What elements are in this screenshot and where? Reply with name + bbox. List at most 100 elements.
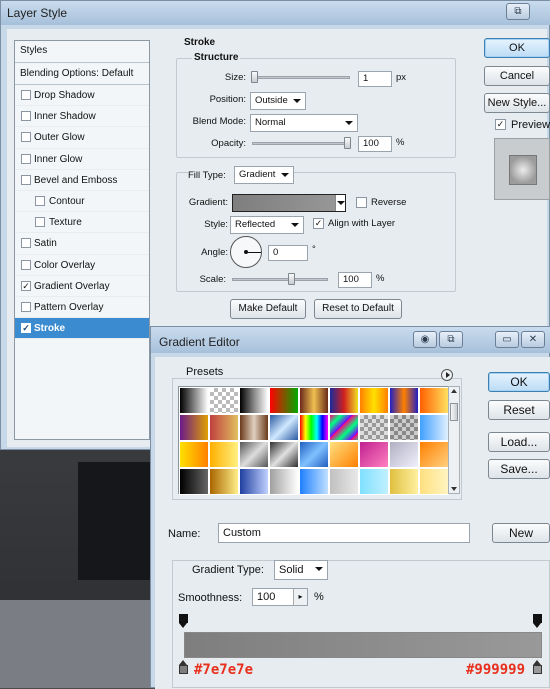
maximize-icon[interactable]: ▭	[495, 331, 519, 348]
gradient-ok-button[interactable]: OK	[488, 372, 550, 392]
gradient-swatch-picker[interactable]	[232, 194, 346, 212]
style-select[interactable]: Reflected	[230, 216, 304, 234]
position-select[interactable]: Outside	[250, 92, 306, 110]
checkbox-icon[interactable]	[21, 259, 31, 270]
style-item-inner-glow[interactable]: Inner Glow	[15, 149, 149, 170]
gradient-preset-swatch[interactable]	[359, 468, 389, 495]
styles-header[interactable]: Styles	[15, 41, 149, 63]
gradient-save-button[interactable]: Save...	[488, 459, 550, 479]
gradient-name-input[interactable]: Custom	[218, 523, 470, 543]
new-style-button[interactable]: New Style...	[484, 93, 550, 113]
style-item-texture[interactable]: Texture	[15, 212, 149, 234]
gradient-preset-swatch[interactable]	[179, 414, 209, 441]
reverse-checkbox[interactable]	[356, 197, 367, 208]
preview-checkbox[interactable]: ✓	[495, 119, 506, 130]
gradient-preset-swatch[interactable]	[329, 387, 359, 414]
style-item-satin[interactable]: Satin	[15, 233, 149, 255]
opacity-slider-thumb[interactable]	[344, 137, 351, 149]
gradient-preset-swatch[interactable]	[209, 468, 239, 495]
size-slider-track[interactable]	[252, 76, 350, 79]
opacity-stop-left[interactable]	[178, 614, 189, 628]
gradient-preset-swatch[interactable]	[209, 414, 239, 441]
angle-dial[interactable]	[230, 236, 262, 268]
style-item-bevel-emboss[interactable]: Bevel and Emboss	[15, 170, 149, 191]
gradient-dropdown[interactable]	[335, 195, 345, 211]
gradient-load-button[interactable]: Load...	[488, 432, 550, 452]
style-item-inner-shadow[interactable]: Inner Shadow	[15, 106, 149, 128]
checkbox-icon[interactable]	[21, 153, 31, 164]
restore-icon[interactable]: ⧉	[439, 331, 463, 348]
gradient-preset-swatch[interactable]	[419, 387, 449, 414]
checkbox-icon[interactable]	[21, 301, 31, 312]
gradient-preset-swatch[interactable]	[239, 441, 269, 468]
gradient-preset-swatch[interactable]	[269, 387, 299, 414]
opacity-slider-track[interactable]	[252, 142, 350, 145]
presets-scrollbar[interactable]	[448, 386, 460, 494]
style-item-blending-options[interactable]: Blending Options: Default	[15, 63, 149, 85]
gradient-type-select[interactable]: Solid	[274, 560, 328, 580]
opacity-input[interactable]: 100	[358, 136, 392, 152]
gradient-preset-swatch[interactable]	[419, 441, 449, 468]
presets-grid[interactable]	[178, 386, 449, 495]
make-default-button[interactable]: Make Default	[230, 299, 306, 319]
gradient-preset-swatch[interactable]	[269, 468, 299, 495]
restore-icon[interactable]: ⧉	[506, 3, 530, 20]
layer-style-titlebar[interactable]: Layer Style ⧉	[1, 1, 550, 25]
gradient-preset-swatch[interactable]	[419, 414, 449, 441]
gradient-preset-swatch[interactable]	[419, 468, 449, 495]
gradient-preview-bar[interactable]	[184, 632, 542, 658]
checkbox-icon[interactable]	[21, 238, 31, 249]
checkbox-checked-icon[interactable]: ✓	[21, 323, 31, 334]
size-input[interactable]: 1	[358, 71, 392, 87]
gradient-preset-swatch[interactable]	[299, 387, 329, 414]
style-item-drop-shadow[interactable]: Drop Shadow	[15, 85, 149, 107]
eye-icon[interactable]: ◉	[413, 331, 437, 348]
gradient-preset-swatch[interactable]	[329, 414, 359, 441]
gradient-preset-swatch[interactable]	[269, 414, 299, 441]
smoothness-input[interactable]: 100 ▸	[252, 588, 308, 606]
gradient-preset-swatch[interactable]	[359, 414, 389, 441]
gradient-preset-swatch[interactable]	[359, 441, 389, 468]
gradient-preset-swatch[interactable]	[329, 468, 359, 495]
scale-slider-track[interactable]	[232, 278, 328, 281]
stepper-arrow-icon[interactable]: ▸	[293, 589, 307, 605]
gradient-preset-swatch[interactable]	[179, 387, 209, 414]
style-item-outer-glow[interactable]: Outer Glow	[15, 127, 149, 149]
align-with-layer-checkbox[interactable]: ✓	[313, 218, 324, 229]
gradient-preset-swatch[interactable]	[299, 441, 329, 468]
gradient-preset-swatch[interactable]	[269, 441, 299, 468]
gradient-preset-swatch[interactable]	[389, 441, 419, 468]
checkbox-checked-icon[interactable]: ✓	[21, 280, 31, 291]
close-icon[interactable]: ✕	[521, 331, 545, 348]
gradient-preset-swatch[interactable]	[329, 441, 359, 468]
scale-input[interactable]: 100	[338, 272, 372, 288]
gradient-editor-titlebar[interactable]: Gradient Editor ◉ ⧉ ▭ ✕	[151, 327, 550, 353]
gradient-preset-swatch[interactable]	[389, 387, 419, 414]
style-item-stroke[interactable]: ✓ Stroke	[15, 318, 149, 340]
checkbox-icon[interactable]	[35, 195, 45, 206]
gradient-preset-swatch[interactable]	[239, 414, 269, 441]
checkbox-icon[interactable]	[35, 217, 45, 228]
gradient-new-button[interactable]: New	[492, 523, 550, 543]
angle-input[interactable]: 0	[268, 245, 308, 261]
opacity-stop-right[interactable]	[532, 614, 543, 628]
style-item-color-overlay[interactable]: Color Overlay	[15, 255, 149, 276]
gradient-preset-swatch[interactable]	[209, 387, 239, 414]
color-stop-left[interactable]	[178, 660, 189, 674]
checkbox-icon[interactable]	[21, 111, 31, 122]
gradient-reset-button[interactable]: Reset	[488, 400, 550, 420]
scroll-down-icon[interactable]	[451, 487, 457, 491]
scale-slider-thumb[interactable]	[288, 273, 295, 285]
gradient-preset-swatch[interactable]	[389, 468, 419, 495]
scroll-up-icon[interactable]	[451, 389, 457, 393]
size-slider-thumb[interactable]	[251, 71, 258, 83]
checkbox-icon[interactable]	[21, 132, 31, 143]
ok-button[interactable]: OK	[484, 38, 550, 58]
gradient-preset-swatch[interactable]	[359, 387, 389, 414]
gradient-preset-swatch[interactable]	[209, 441, 239, 468]
presets-menu-icon[interactable]	[441, 369, 453, 381]
gradient-preset-swatch[interactable]	[179, 468, 209, 495]
gradient-preset-swatch[interactable]	[179, 441, 209, 468]
reset-to-default-button[interactable]: Reset to Default	[314, 299, 402, 319]
fill-type-select[interactable]: Gradient	[234, 166, 294, 184]
